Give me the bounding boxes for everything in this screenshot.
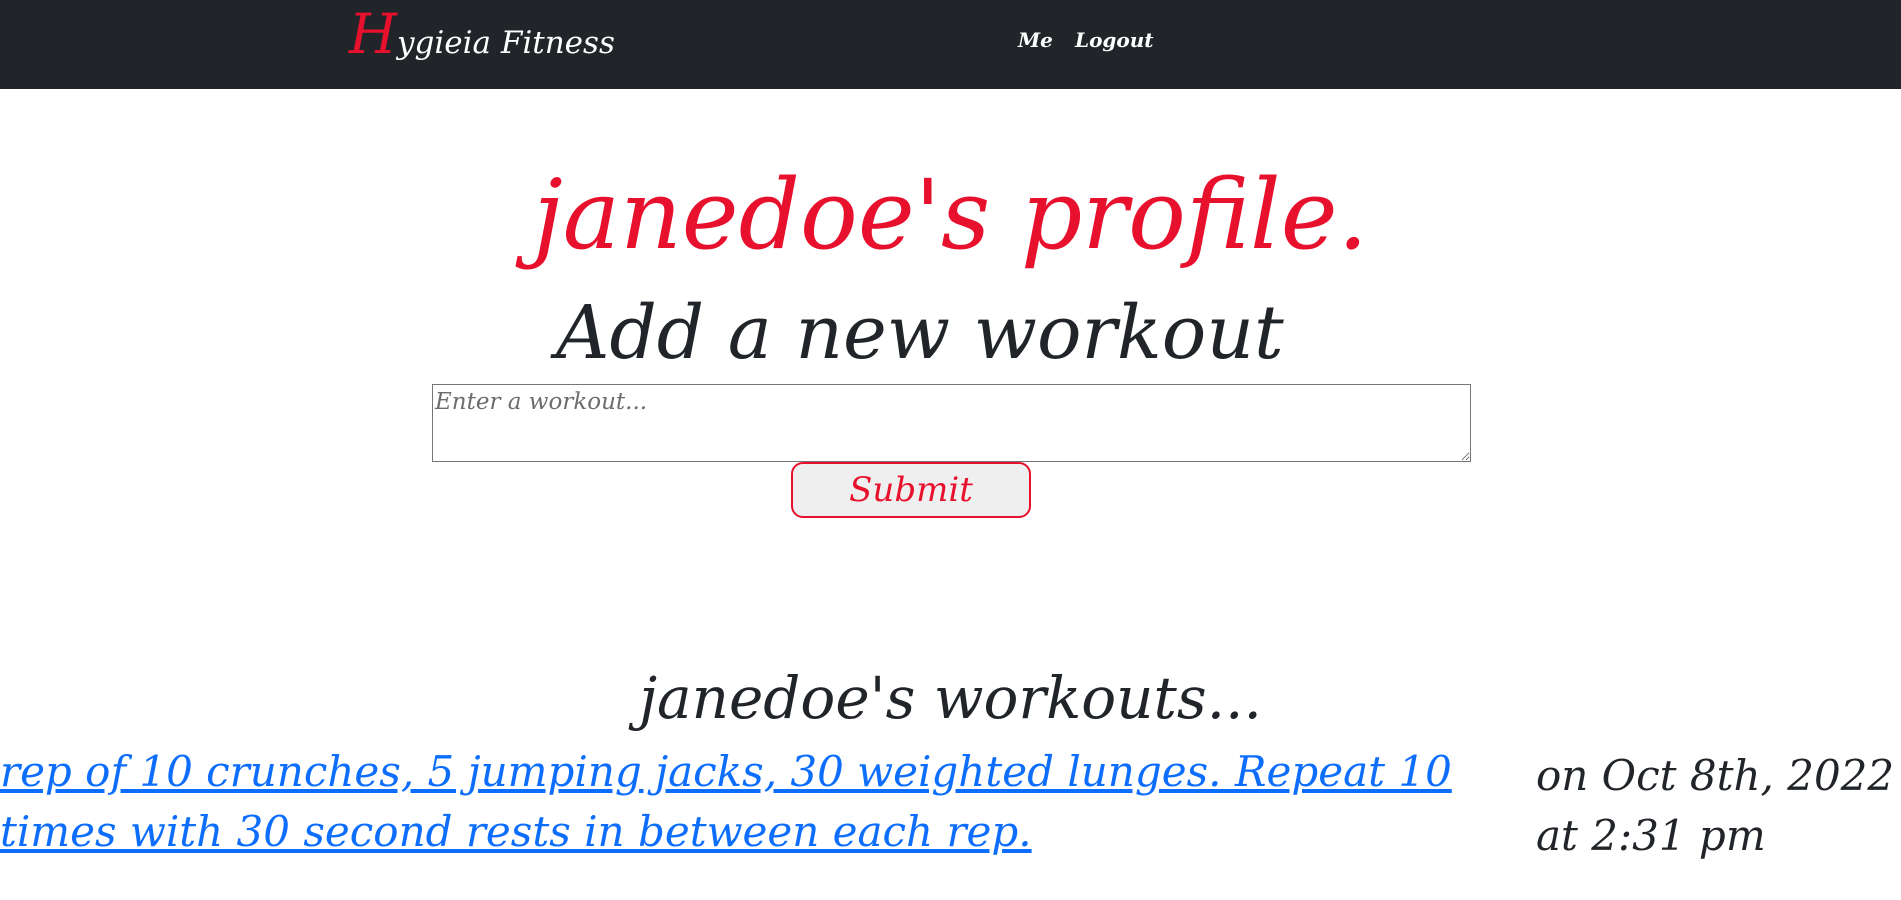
submit-button[interactable]: Submit	[791, 462, 1031, 518]
workout-input[interactable]	[432, 384, 1471, 462]
nav-link-logout[interactable]: Logout	[1075, 28, 1154, 52]
add-workout-heading: Add a new workout	[556, 290, 1284, 376]
brand-name: ygieia Fitness	[396, 25, 615, 61]
profile-title: janedoe's profile.	[532, 159, 1369, 271]
workout-link[interactable]: rep of 10 crunches, 5 jumping jacks, 30 …	[0, 742, 1510, 862]
workout-date: on Oct 8th, 2022 at 2:31 pm	[1536, 751, 1895, 860]
top-navbar: Hygieia Fitness Me Logout	[0, 0, 1901, 89]
nav-link-me[interactable]: Me	[1018, 28, 1053, 52]
brand-first-letter: H	[349, 2, 397, 66]
brand-logo-link[interactable]: Hygieia Fitness	[349, 4, 615, 73]
workouts-heading: janedoe's workouts...	[639, 664, 1262, 732]
